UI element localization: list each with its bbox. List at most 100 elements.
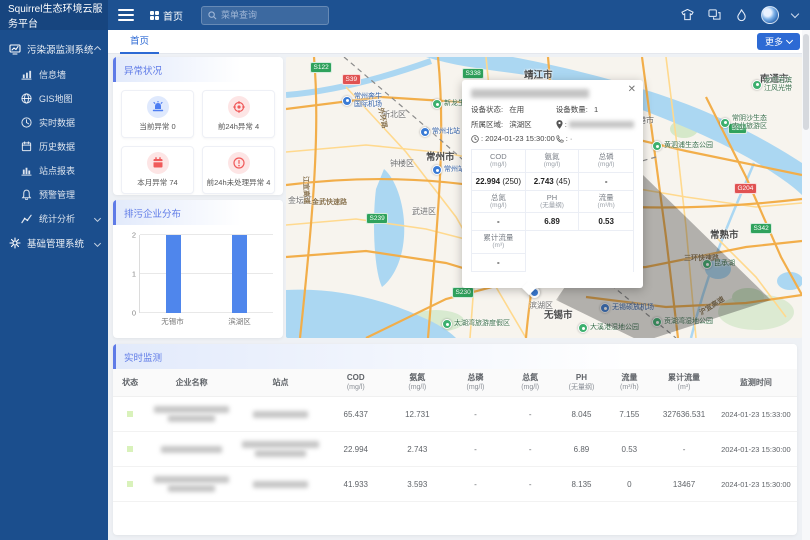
alert-card-0[interactable]: 当前异常 0: [121, 90, 194, 138]
sidebar-group-1[interactable]: 基础管理系统: [0, 230, 108, 256]
chart-gridline: [140, 234, 273, 235]
sidebar-item-label: 站点报表: [39, 164, 75, 177]
region-label: 所属区域:: [471, 119, 503, 130]
app-root: Squirrel生态环境云服务平台 首页 污染源监测系统信息墙 GIS地图实时数据…: [0, 0, 810, 540]
alert-card-label: 前24h异常 4: [218, 121, 259, 132]
sidebar-item-label: 信息墙: [39, 68, 66, 81]
map-canvas[interactable]: 靖江市南通市常州市无锡市常熟市钟楼区武进区金坛区新北区滨湖区港市金武快速路外环路…: [286, 57, 802, 338]
map-poi-park[interactable]: 黄泗浦生态公园: [652, 141, 713, 151]
sidebar-item-预警管理[interactable]: 预警管理: [0, 182, 108, 206]
user-menu-chevron-icon[interactable]: [791, 9, 799, 17]
metric-name: 累计流量: [473, 233, 524, 242]
alert-card-3[interactable]: 前24h未处理异常 4: [202, 146, 275, 194]
metric-value: 2.743: [534, 177, 554, 186]
more-button[interactable]: 更多: [757, 33, 800, 50]
chart-gridline: [140, 273, 273, 274]
metric-limit: (250): [502, 177, 521, 186]
park-marker-icon: [578, 323, 588, 333]
redacted-text: [253, 481, 308, 488]
alert-card-label: 本月异常 74: [137, 177, 177, 188]
menu-search[interactable]: [201, 6, 329, 25]
user-avatar[interactable]: [761, 6, 779, 24]
popup-grid-header-row: COD(mg/l)氨氮(mg/l)总磷(mg/l): [472, 150, 633, 173]
theme-skin-icon[interactable]: [680, 8, 694, 22]
chevron-up-icon: [94, 45, 101, 52]
base-icon: [9, 237, 21, 249]
alert-card-2[interactable]: 本月异常 74: [121, 146, 194, 194]
page-scrollbar-thumb[interactable]: [803, 34, 809, 130]
chart-bar-无锡市[interactable]: [166, 235, 181, 313]
gis-icon: [21, 93, 32, 104]
sidebar-item-站点报表[interactable]: 站点报表: [0, 158, 108, 182]
ph-value: 6.89: [558, 432, 606, 467]
metric-name: 流量: [580, 193, 632, 202]
chart-ytick: 2: [132, 231, 136, 240]
monitor-col-累计流量: 累计流量(m³): [653, 369, 715, 397]
map-road-label: 金武快速路: [312, 197, 347, 207]
multi-screen-icon[interactable]: [707, 8, 721, 22]
popup-grid-empty-cell: [579, 231, 633, 254]
brand-title: Squirrel生态环境云服务平台: [0, 0, 108, 30]
park-marker-icon: [652, 141, 662, 151]
popup-grid-empty-cell: [526, 231, 580, 254]
map-poi-transport[interactable]: 常州北站: [420, 127, 460, 137]
nh3-value: 3.593: [387, 467, 449, 502]
poi-name-label: 太湖湾旅游度假区: [454, 320, 510, 328]
page-scrollbar[interactable]: [802, 30, 810, 540]
sidebar-group-0[interactable]: 污染源监测系统: [0, 36, 108, 62]
popup-close-icon[interactable]: ✕: [628, 85, 636, 95]
redacted-text: [161, 446, 222, 453]
tab-home[interactable]: 首页: [120, 30, 159, 54]
company-name-cell: [147, 432, 236, 467]
alert-card-1[interactable]: 前24h异常 4: [202, 90, 275, 138]
address-colon: :: [565, 120, 567, 129]
road-badge: S338: [462, 68, 484, 79]
map-district-label: 武进区: [412, 206, 436, 217]
redacted-text: [242, 441, 318, 448]
map-poi-park[interactable]: 常阴沙生态农业旅游区: [720, 115, 767, 130]
map-poi-park[interactable]: 龙爪岩滨江风光带: [752, 77, 792, 92]
poi-name-label: 常州北站: [432, 128, 460, 136]
monitor-col-状态: 状态: [113, 369, 147, 397]
popup-grid-empty-cell: [526, 254, 580, 272]
alerts-panel: 异常状况 当前异常 0前24h异常 4本月异常 74前24h未处理异常 4: [113, 57, 283, 195]
hamburger-menu-icon[interactable]: [118, 9, 134, 21]
monitor-table-row-1[interactable]: 22.9942.743--6.890.53-2024-01-23 15:30:0…: [113, 432, 797, 467]
sidebar-item-GIS地图[interactable]: GIS地图: [0, 86, 108, 110]
sidebar-item-历史数据[interactable]: 历史数据: [0, 134, 108, 158]
station-name-cell: [236, 432, 325, 467]
redacted-text: [154, 476, 229, 483]
map-district-label: 滨湖区: [529, 300, 553, 311]
monitor-table-row-0[interactable]: 65.43712.731--8.0457.155327636.5312024-0…: [113, 397, 797, 432]
company-name-cell: [147, 467, 236, 502]
road-badge: S230: [452, 287, 474, 298]
sidebar-item-实时数据[interactable]: 实时数据: [0, 110, 108, 134]
warning-icon-badge: [228, 152, 250, 174]
map-poi-park[interactable]: 太湖湾旅游度假区: [442, 319, 510, 329]
wall-icon: [21, 69, 32, 80]
clock-icon: [471, 135, 479, 143]
map-poi-transport[interactable]: 常州站: [432, 165, 465, 175]
monitor-table-row-2[interactable]: 41.9333.593--8.1350134672024-01-23 15:30…: [113, 467, 797, 502]
redacted-text: [255, 450, 306, 457]
tp-value: -: [448, 432, 503, 467]
topbar-home-link[interactable]: 首页: [150, 8, 183, 23]
search-input[interactable]: [221, 10, 322, 20]
target-icon: [233, 101, 245, 113]
sidebar-item-信息墙[interactable]: 信息墙: [0, 62, 108, 86]
tab-bar: 首页 更多: [108, 30, 810, 54]
cod-value: 41.933: [325, 467, 387, 502]
road-badge: S342: [750, 223, 772, 234]
metric-name: COD: [473, 152, 524, 161]
chevron-down-icon: [94, 214, 101, 221]
cod-value: 65.437: [325, 397, 387, 432]
sidebar-menu: 污染源监测系统信息墙 GIS地图实时数据历史数据站点报表预警管理统计分析基础管理系…: [0, 30, 108, 540]
topbar: Squirrel生态环境云服务平台 首页: [0, 0, 810, 30]
chart-bar-滨湖区[interactable]: [232, 235, 247, 313]
notification-flame-icon[interactable]: [734, 8, 748, 22]
nh3-value: 12.731: [387, 397, 449, 432]
map-poi-transport[interactable]: 常州奔牛国际机场: [342, 93, 382, 108]
sidebar-item-统计分析[interactable]: 统计分析: [0, 206, 108, 230]
monitor-col-氨氮: 氨氮(mg/l): [387, 369, 449, 397]
report-icon: [21, 165, 32, 176]
